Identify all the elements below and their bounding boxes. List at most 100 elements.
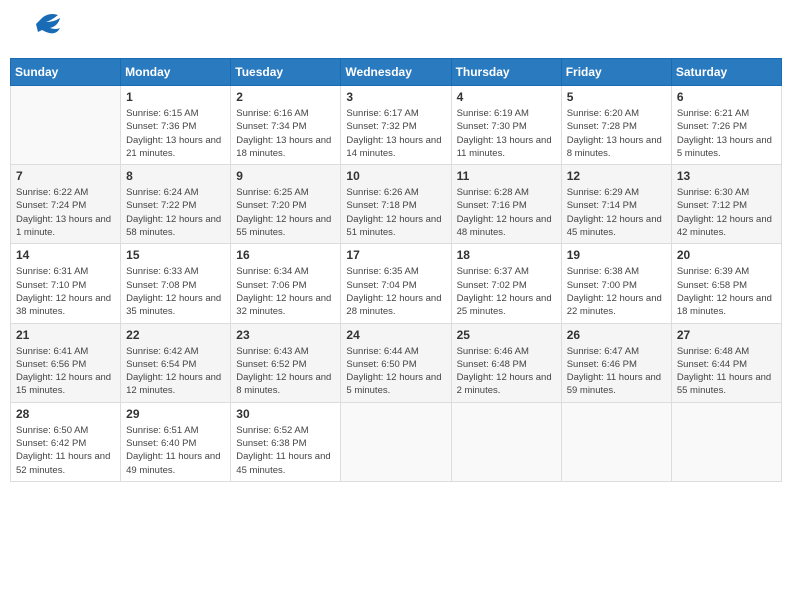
day-number: 22 — [126, 328, 225, 342]
day-info: Sunrise: 6:17 AMSunset: 7:32 PMDaylight:… — [346, 107, 445, 160]
column-header-saturday: Saturday — [671, 59, 781, 86]
day-number: 11 — [457, 169, 556, 183]
day-number: 19 — [567, 248, 666, 262]
calendar-cell — [561, 402, 671, 481]
day-number: 17 — [346, 248, 445, 262]
calendar-week-row: 7Sunrise: 6:22 AMSunset: 7:24 PMDaylight… — [11, 165, 782, 244]
calendar-cell: 17 Sunrise: 6:35 AMSunset: 7:04 PMDayligh… — [341, 244, 451, 323]
calendar-week-row: 1 Sunrise: 6:15 AMSunset: 7:36 PMDaylight… — [11, 86, 782, 165]
calendar-cell — [671, 402, 781, 481]
day-info: Sunrise: 6:30 AMSunset: 7:12 PMDaylight:… — [677, 186, 776, 239]
calendar-cell: 14 Sunrise: 6:31 AMSunset: 7:10 PMDayligh… — [11, 244, 121, 323]
day-info: Sunrise: 6:46 AMSunset: 6:48 PMDaylight:… — [457, 345, 556, 398]
day-info: Sunrise: 6:34 AMSunset: 7:06 PMDaylight:… — [236, 265, 335, 318]
day-info: Sunrise: 6:37 AMSunset: 7:02 PMDaylight:… — [457, 265, 556, 318]
day-number: 15 — [126, 248, 225, 262]
day-number: 3 — [346, 90, 445, 104]
calendar-cell: 24 Sunrise: 6:44 AMSunset: 6:50 PMDayligh… — [341, 323, 451, 402]
calendar-cell: 25 Sunrise: 6:46 AMSunset: 6:48 PMDayligh… — [451, 323, 561, 402]
calendar-cell: 20Sunrise: 6:39 AMSunset: 6:58 PMDayligh… — [671, 244, 781, 323]
day-info: Sunrise: 6:35 AMSunset: 7:04 PMDaylight:… — [346, 265, 445, 318]
day-number: 27 — [677, 328, 776, 342]
calendar-week-row: 28 Sunrise: 6:50 AMSunset: 6:42 PMDayligh… — [11, 402, 782, 481]
day-info: Sunrise: 6:29 AMSunset: 7:14 PMDaylight:… — [567, 186, 666, 239]
day-number: 25 — [457, 328, 556, 342]
calendar-cell: 4Sunrise: 6:19 AMSunset: 7:30 PMDaylight… — [451, 86, 561, 165]
calendar-cell: 10Sunrise: 6:26 AMSunset: 7:18 PMDayligh… — [341, 165, 451, 244]
calendar-table: SundayMondayTuesdayWednesdayThursdayFrid… — [10, 58, 782, 482]
calendar-cell: 29 Sunrise: 6:51 AMSunset: 6:40 PMDayligh… — [121, 402, 231, 481]
calendar-cell: 3 Sunrise: 6:17 AMSunset: 7:32 PMDaylight… — [341, 86, 451, 165]
calendar-cell: 22 Sunrise: 6:42 AMSunset: 6:54 PMDayligh… — [121, 323, 231, 402]
calendar-cell: 28 Sunrise: 6:50 AMSunset: 6:42 PMDayligh… — [11, 402, 121, 481]
day-number: 6 — [677, 90, 776, 104]
day-number: 26 — [567, 328, 666, 342]
day-info: Sunrise: 6:47 AMSunset: 6:46 PMDaylight:… — [567, 345, 666, 398]
day-number: 30 — [236, 407, 335, 421]
day-info: Sunrise: 6:28 AMSunset: 7:16 PMDaylight:… — [457, 186, 556, 239]
day-number: 5 — [567, 90, 666, 104]
day-number: 28 — [16, 407, 115, 421]
day-number: 29 — [126, 407, 225, 421]
calendar-cell: 2 Sunrise: 6:16 AMSunset: 7:34 PMDaylight… — [231, 86, 341, 165]
column-header-friday: Friday — [561, 59, 671, 86]
day-number: 21 — [16, 328, 115, 342]
day-number: 8 — [126, 169, 225, 183]
calendar-cell: 21 Sunrise: 6:41 AMSunset: 6:56 PMDayligh… — [11, 323, 121, 402]
calendar-cell — [341, 402, 451, 481]
day-info: Sunrise: 6:15 AMSunset: 7:36 PMDaylight:… — [126, 107, 225, 160]
day-number: 9 — [236, 169, 335, 183]
calendar-cell: 19 Sunrise: 6:38 AMSunset: 7:00 PMDayligh… — [561, 244, 671, 323]
column-header-thursday: Thursday — [451, 59, 561, 86]
logo — [14, 10, 66, 50]
calendar-cell: 26 Sunrise: 6:47 AMSunset: 6:46 PMDayligh… — [561, 323, 671, 402]
day-number: 12 — [567, 169, 666, 183]
calendar-cell: 23Sunrise: 6:43 AMSunset: 6:52 PMDayligh… — [231, 323, 341, 402]
calendar-week-row: 14 Sunrise: 6:31 AMSunset: 7:10 PMDayligh… — [11, 244, 782, 323]
calendar-cell: 13 Sunrise: 6:30 AMSunset: 7:12 PMDayligh… — [671, 165, 781, 244]
day-info: Sunrise: 6:31 AMSunset: 7:10 PMDaylight:… — [16, 265, 115, 318]
calendar-cell: 11 Sunrise: 6:28 AMSunset: 7:16 PMDayligh… — [451, 165, 561, 244]
calendar-cell: 7Sunrise: 6:22 AMSunset: 7:24 PMDaylight… — [11, 165, 121, 244]
day-number: 10 — [346, 169, 445, 183]
calendar-cell: 18 Sunrise: 6:37 AMSunset: 7:02 PMDayligh… — [451, 244, 561, 323]
day-info: Sunrise: 6:33 AMSunset: 7:08 PMDaylight:… — [126, 265, 225, 318]
day-number: 1 — [126, 90, 225, 104]
day-number: 16 — [236, 248, 335, 262]
calendar-cell: 15 Sunrise: 6:33 AMSunset: 7:08 PMDayligh… — [121, 244, 231, 323]
page-header — [10, 10, 782, 50]
day-info: Sunrise: 6:16 AMSunset: 7:34 PMDaylight:… — [236, 107, 335, 160]
day-info: Sunrise: 6:50 AMSunset: 6:42 PMDaylight:… — [16, 424, 115, 477]
day-info: Sunrise: 6:43 AMSunset: 6:52 PMDaylight:… — [236, 345, 335, 398]
day-number: 14 — [16, 248, 115, 262]
day-info: Sunrise: 6:48 AMSunset: 6:44 PMDaylight:… — [677, 345, 776, 398]
day-number: 24 — [346, 328, 445, 342]
day-info: Sunrise: 6:22 AMSunset: 7:24 PMDaylight:… — [16, 186, 115, 239]
column-header-monday: Monday — [121, 59, 231, 86]
day-number: 2 — [236, 90, 335, 104]
calendar-cell: 8Sunrise: 6:24 AMSunset: 7:22 PMDaylight… — [121, 165, 231, 244]
day-info: Sunrise: 6:25 AMSunset: 7:20 PMDaylight:… — [236, 186, 335, 239]
day-info: Sunrise: 6:51 AMSunset: 6:40 PMDaylight:… — [126, 424, 225, 477]
day-number: 13 — [677, 169, 776, 183]
calendar-cell — [451, 402, 561, 481]
day-info: Sunrise: 6:42 AMSunset: 6:54 PMDaylight:… — [126, 345, 225, 398]
day-info: Sunrise: 6:41 AMSunset: 6:56 PMDaylight:… — [16, 345, 115, 398]
calendar-cell — [11, 86, 121, 165]
column-header-sunday: Sunday — [11, 59, 121, 86]
calendar-cell: 6Sunrise: 6:21 AMSunset: 7:26 PMDaylight… — [671, 86, 781, 165]
day-info: Sunrise: 6:38 AMSunset: 7:00 PMDaylight:… — [567, 265, 666, 318]
day-info: Sunrise: 6:19 AMSunset: 7:30 PMDaylight:… — [457, 107, 556, 160]
calendar-week-row: 21 Sunrise: 6:41 AMSunset: 6:56 PMDayligh… — [11, 323, 782, 402]
calendar-cell: 1 Sunrise: 6:15 AMSunset: 7:36 PMDaylight… — [121, 86, 231, 165]
day-info: Sunrise: 6:52 AMSunset: 6:38 PMDaylight:… — [236, 424, 335, 477]
day-info: Sunrise: 6:20 AMSunset: 7:28 PMDaylight:… — [567, 107, 666, 160]
calendar-cell: 27 Sunrise: 6:48 AMSunset: 6:44 PMDayligh… — [671, 323, 781, 402]
calendar-cell: 9 Sunrise: 6:25 AMSunset: 7:20 PMDaylight… — [231, 165, 341, 244]
day-number: 18 — [457, 248, 556, 262]
day-number: 20 — [677, 248, 776, 262]
calendar-header-row: SundayMondayTuesdayWednesdayThursdayFrid… — [11, 59, 782, 86]
column-header-tuesday: Tuesday — [231, 59, 341, 86]
calendar-cell: 12 Sunrise: 6:29 AMSunset: 7:14 PMDayligh… — [561, 165, 671, 244]
day-info: Sunrise: 6:44 AMSunset: 6:50 PMDaylight:… — [346, 345, 445, 398]
